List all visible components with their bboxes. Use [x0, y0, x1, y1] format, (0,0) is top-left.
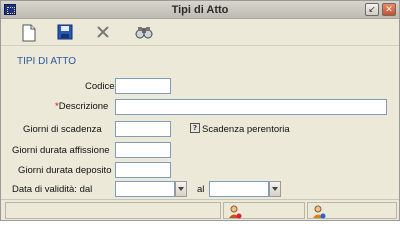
codice-label: Codice	[85, 81, 115, 92]
descrizione-label: Descrizione	[58, 101, 109, 112]
user-warning-icon[interactable]	[228, 205, 242, 219]
toolbar	[1, 20, 399, 46]
giorni-scadenza-input[interactable]	[115, 121, 171, 137]
form-area: TIPI DI ATTO Codice *Descrizione Giorni …	[6, 50, 394, 199]
descrizione-input[interactable]	[115, 99, 387, 115]
minimize-button[interactable]: ↙	[365, 3, 379, 16]
scadenza-perentoria-label: Scadenza perentoria	[202, 124, 290, 135]
codice-input[interactable]	[115, 78, 171, 94]
giorni-deposito-input[interactable]	[115, 162, 171, 178]
validita-dal-combo[interactable]	[115, 181, 187, 197]
giorni-affissione-input[interactable]	[115, 142, 171, 158]
search-binoculars-icon[interactable]	[134, 24, 153, 42]
delete-icon[interactable]	[95, 24, 113, 42]
new-document-icon[interactable]	[21, 24, 39, 42]
window: Tipi di Atto ↙ ✕ TIPI DI ATTO Codice *De…	[0, 0, 400, 221]
status-bar	[1, 199, 399, 220]
window-title: Tipi di Atto	[171, 4, 229, 16]
validita-al-label: al	[197, 184, 205, 195]
close-button[interactable]: ✕	[382, 3, 396, 16]
chevron-down-icon[interactable]	[269, 181, 281, 197]
giorni-affissione-label: Giorni durata affissione	[12, 145, 110, 156]
descrizione-label-group: *Descrizione	[55, 101, 108, 112]
chevron-down-icon[interactable]	[175, 181, 187, 197]
help-icon[interactable]: ?	[190, 123, 200, 133]
title-bar: Tipi di Atto ↙ ✕	[1, 1, 399, 19]
status-pane-user-warning	[223, 202, 305, 219]
validita-al-combo[interactable]	[209, 181, 281, 197]
status-pane-main	[5, 202, 221, 219]
section-title: TIPI DI ATTO	[17, 56, 77, 67]
user-info-icon[interactable]	[312, 205, 326, 219]
status-pane-user-info	[307, 202, 397, 219]
giorni-scadenza-label: Giorni di scadenza	[23, 124, 102, 135]
save-icon[interactable]	[57, 24, 75, 42]
validita-dal-label: Data di validità: dal	[12, 184, 93, 195]
giorni-deposito-label: Giorni durata deposito	[18, 165, 112, 176]
